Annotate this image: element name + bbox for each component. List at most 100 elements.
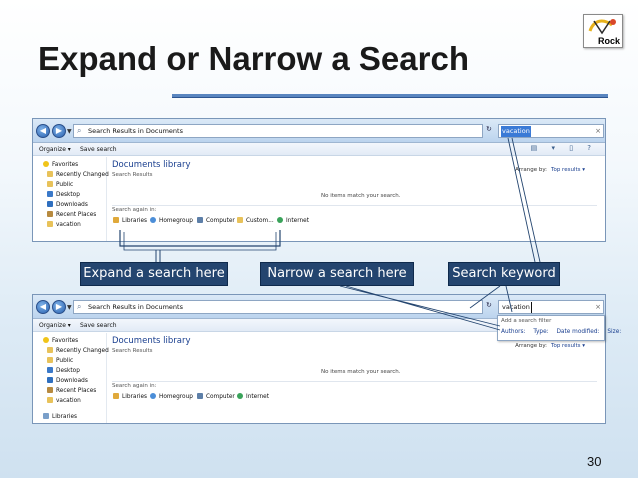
- organize-button[interactable]: Organize ▾: [39, 145, 71, 154]
- library-title: Documents library: [112, 160, 191, 170]
- arrange-by[interactable]: Arrange by: Top results ▾: [515, 343, 585, 349]
- divider: [112, 205, 597, 206]
- clear-search-icon[interactable]: ×: [595, 126, 601, 137]
- arrange-by-dropdown[interactable]: Top results ▾: [551, 343, 585, 349]
- sidebar-item-libraries[interactable]: Libraries: [43, 413, 77, 421]
- sidebar-item-favorites[interactable]: Favorites: [43, 337, 78, 345]
- downloads-icon: [47, 201, 53, 207]
- search-input[interactable]: vacation ×: [498, 300, 604, 314]
- logo-text: Rock: [597, 36, 620, 46]
- sidebar-item-favorites[interactable]: Favorites: [43, 161, 78, 169]
- address-bar[interactable]: ⌕ Search Results in Documents: [73, 300, 483, 314]
- callout-search-keyword: Search keyword: [448, 262, 560, 286]
- homegroup-icon: [150, 393, 156, 399]
- sidebar-item-recent-places[interactable]: Recent Places: [47, 387, 96, 395]
- callout-expand-search: Expand a search here: [80, 262, 228, 286]
- library-subtitle: Search Results: [112, 172, 153, 178]
- sidebar-item-vacation[interactable]: vacation: [47, 397, 81, 405]
- sidebar-item-desktop[interactable]: Desktop: [47, 367, 80, 375]
- sidebar-item-downloads[interactable]: Downloads: [47, 377, 88, 385]
- search-again-computer[interactable]: Computer: [197, 393, 235, 402]
- search-filter-dropdown[interactable]: Add a search filter Authors: Type: Date …: [497, 315, 621, 341]
- libraries-icon: [113, 217, 119, 223]
- libraries-icon: [113, 393, 119, 399]
- clear-search-icon[interactable]: ×: [595, 302, 601, 313]
- filter-size[interactable]: Size:: [607, 329, 621, 335]
- search-again-custom[interactable]: Custom...: [237, 217, 274, 226]
- explorer-window-top: ◀ ▶ ▼ ⌕ Search Results in Documents ↻ va…: [32, 118, 606, 242]
- command-bar: Organize ▾ Save search ▤ ▾ ▯ ?: [33, 143, 605, 156]
- content-pane: Documents library Search Results Arrange…: [109, 157, 605, 241]
- content-pane: Documents library Search Results Arrange…: [109, 333, 605, 423]
- explorer-window-bottom: ◀ ▶ ▼ ⌕ Search Results in Documents ↻ va…: [32, 294, 606, 424]
- organize-button[interactable]: Organize ▾: [39, 321, 71, 330]
- sidebar-item-recent-places[interactable]: Recent Places: [47, 211, 96, 219]
- empty-message: No items match your search.: [321, 193, 401, 199]
- slide-title: Expand or Narrow a Search: [38, 40, 469, 77]
- star-icon: [43, 161, 49, 167]
- filter-authors[interactable]: Authors:: [501, 329, 526, 335]
- folder-icon: [47, 357, 53, 363]
- libraries-icon: [43, 413, 49, 419]
- filter-date-modified[interactable]: Date modified:: [556, 329, 599, 335]
- search-folder-icon: ⌕: [77, 302, 82, 311]
- search-keyword[interactable]: vacation: [501, 302, 532, 313]
- folder-icon: [237, 217, 243, 223]
- page-number: 30: [587, 454, 602, 469]
- search-again-internet[interactable]: Internet: [237, 393, 269, 402]
- computer-icon: [197, 217, 203, 223]
- desktop-icon: [47, 191, 53, 197]
- chevron-down-icon[interactable]: ▼: [67, 128, 72, 135]
- arrange-by-dropdown[interactable]: Top results ▾: [551, 167, 585, 173]
- search-again-internet[interactable]: Internet: [277, 217, 309, 226]
- search-again-libraries[interactable]: Libraries: [113, 393, 147, 402]
- back-button[interactable]: ◀: [36, 300, 50, 314]
- search-again-label: Search again in:: [112, 383, 157, 389]
- sidebar-item-recently-changed[interactable]: Recently Changed: [47, 171, 109, 179]
- internet-icon: [237, 393, 243, 399]
- folder-icon: [47, 397, 53, 403]
- filter-type[interactable]: Type:: [533, 329, 548, 335]
- sidebar-item-recently-changed[interactable]: Recently Changed: [47, 347, 109, 355]
- empty-message: No items match your search.: [321, 369, 401, 375]
- logo: Rock: [583, 14, 623, 48]
- recent-places-icon: [47, 211, 53, 217]
- folder-icon: [47, 221, 53, 227]
- search-again-libraries[interactable]: Libraries: [113, 217, 147, 226]
- search-again-homegroup[interactable]: Homegroup: [150, 217, 193, 226]
- search-folder-icon: ⌕: [77, 126, 82, 135]
- folder-icon: [47, 181, 53, 187]
- filter-header: Add a search filter: [501, 318, 552, 324]
- downloads-icon: [47, 377, 53, 383]
- search-again-homegroup[interactable]: Homegroup: [150, 393, 193, 402]
- library-subtitle: Search Results: [112, 348, 153, 354]
- homegroup-icon: [150, 217, 156, 223]
- arrange-by[interactable]: Arrange by: Top results ▾: [515, 167, 585, 173]
- forward-button[interactable]: ▶: [52, 124, 66, 138]
- sidebar-item-desktop[interactable]: Desktop: [47, 191, 80, 199]
- computer-icon: [197, 393, 203, 399]
- search-keyword[interactable]: vacation: [501, 126, 531, 137]
- star-icon: [43, 337, 49, 343]
- save-search-button[interactable]: Save search: [80, 145, 117, 154]
- save-search-button[interactable]: Save search: [80, 321, 117, 330]
- sidebar-item-public[interactable]: Public: [47, 357, 73, 365]
- sidebar-item-downloads[interactable]: Downloads: [47, 201, 88, 209]
- refresh-icon[interactable]: ↻: [486, 125, 492, 133]
- desktop-icon: [47, 367, 53, 373]
- search-again-computer[interactable]: Computer: [197, 217, 235, 226]
- sidebar-item-public[interactable]: Public: [47, 181, 73, 189]
- refresh-icon[interactable]: ↻: [486, 301, 492, 309]
- address-bar[interactable]: ⌕ Search Results in Documents: [73, 124, 483, 138]
- recent-places-icon: [47, 387, 53, 393]
- chevron-down-icon[interactable]: ▼: [67, 304, 72, 311]
- internet-icon: [277, 217, 283, 223]
- sidebar-item-vacation[interactable]: vacation: [47, 221, 81, 229]
- view-options-icon[interactable]: ▤ ▾ ▯ ?: [531, 144, 597, 152]
- back-button[interactable]: ◀: [36, 124, 50, 138]
- forward-button[interactable]: ▶: [52, 300, 66, 314]
- search-input[interactable]: vacation ×: [498, 124, 604, 138]
- folder-icon: [47, 171, 53, 177]
- navigation-pane: Favorites Recently Changed Public Deskto…: [33, 157, 109, 241]
- search-again-label: Search again in:: [112, 207, 157, 213]
